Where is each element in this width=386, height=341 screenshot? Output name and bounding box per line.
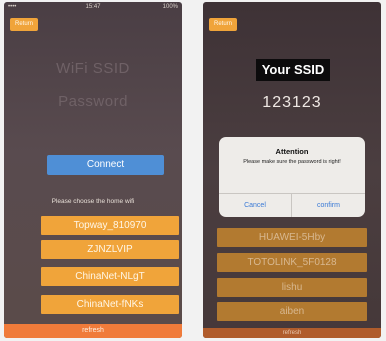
- wifi-list-item[interactable]: ChinaNet-NLgT: [41, 267, 179, 286]
- confirm-password-screen: Return Your SSID 123123 HUAWEI-5Hby TOTO…: [203, 2, 381, 338]
- status-time: 15:47: [85, 4, 101, 10]
- wifi-setup-screen: •••• 15:47 100% Return WiFi SSID Passwor…: [4, 2, 182, 338]
- dialog-message: Please make sure the password is right!: [243, 159, 341, 165]
- attention-dialog: Attention Please make sure the password …: [219, 137, 365, 217]
- dialog-title: Attention: [275, 147, 309, 156]
- cancel-button[interactable]: Cancel: [219, 194, 292, 217]
- wifi-list-item: TOTOLINK_5F0128: [217, 253, 367, 272]
- wifi-list-item[interactable]: ZJNZLVIP: [41, 240, 179, 259]
- battery-indicator: 100%: [162, 4, 178, 10]
- wifi-list-item: HUAWEI-5Hby: [217, 228, 367, 247]
- return-button[interactable]: Return: [209, 18, 237, 31]
- status-bar: •••• 15:47 100%: [4, 2, 182, 12]
- password-value: 123123: [262, 94, 322, 111]
- password-input[interactable]: Password: [4, 93, 182, 110]
- wifi-list-item: lishu: [217, 278, 367, 297]
- wifi-list-item[interactable]: Topway_810970: [41, 216, 179, 235]
- connect-button[interactable]: Connect: [47, 155, 164, 175]
- ssid-input[interactable]: WiFi SSID: [4, 60, 182, 77]
- ssid-value: Your SSID: [256, 59, 330, 81]
- wifi-list-item[interactable]: ChinaNet-fNKs: [41, 295, 179, 314]
- refresh-button: refresh: [203, 328, 381, 338]
- choose-wifi-label: Please choose the home wifi: [51, 198, 135, 205]
- dialog-actions: Cancel confirm: [219, 193, 365, 217]
- wifi-list-item: aiben: [217, 302, 367, 321]
- refresh-button[interactable]: refresh: [4, 324, 182, 338]
- return-button[interactable]: Return: [10, 18, 38, 31]
- confirm-button[interactable]: confirm: [292, 194, 365, 217]
